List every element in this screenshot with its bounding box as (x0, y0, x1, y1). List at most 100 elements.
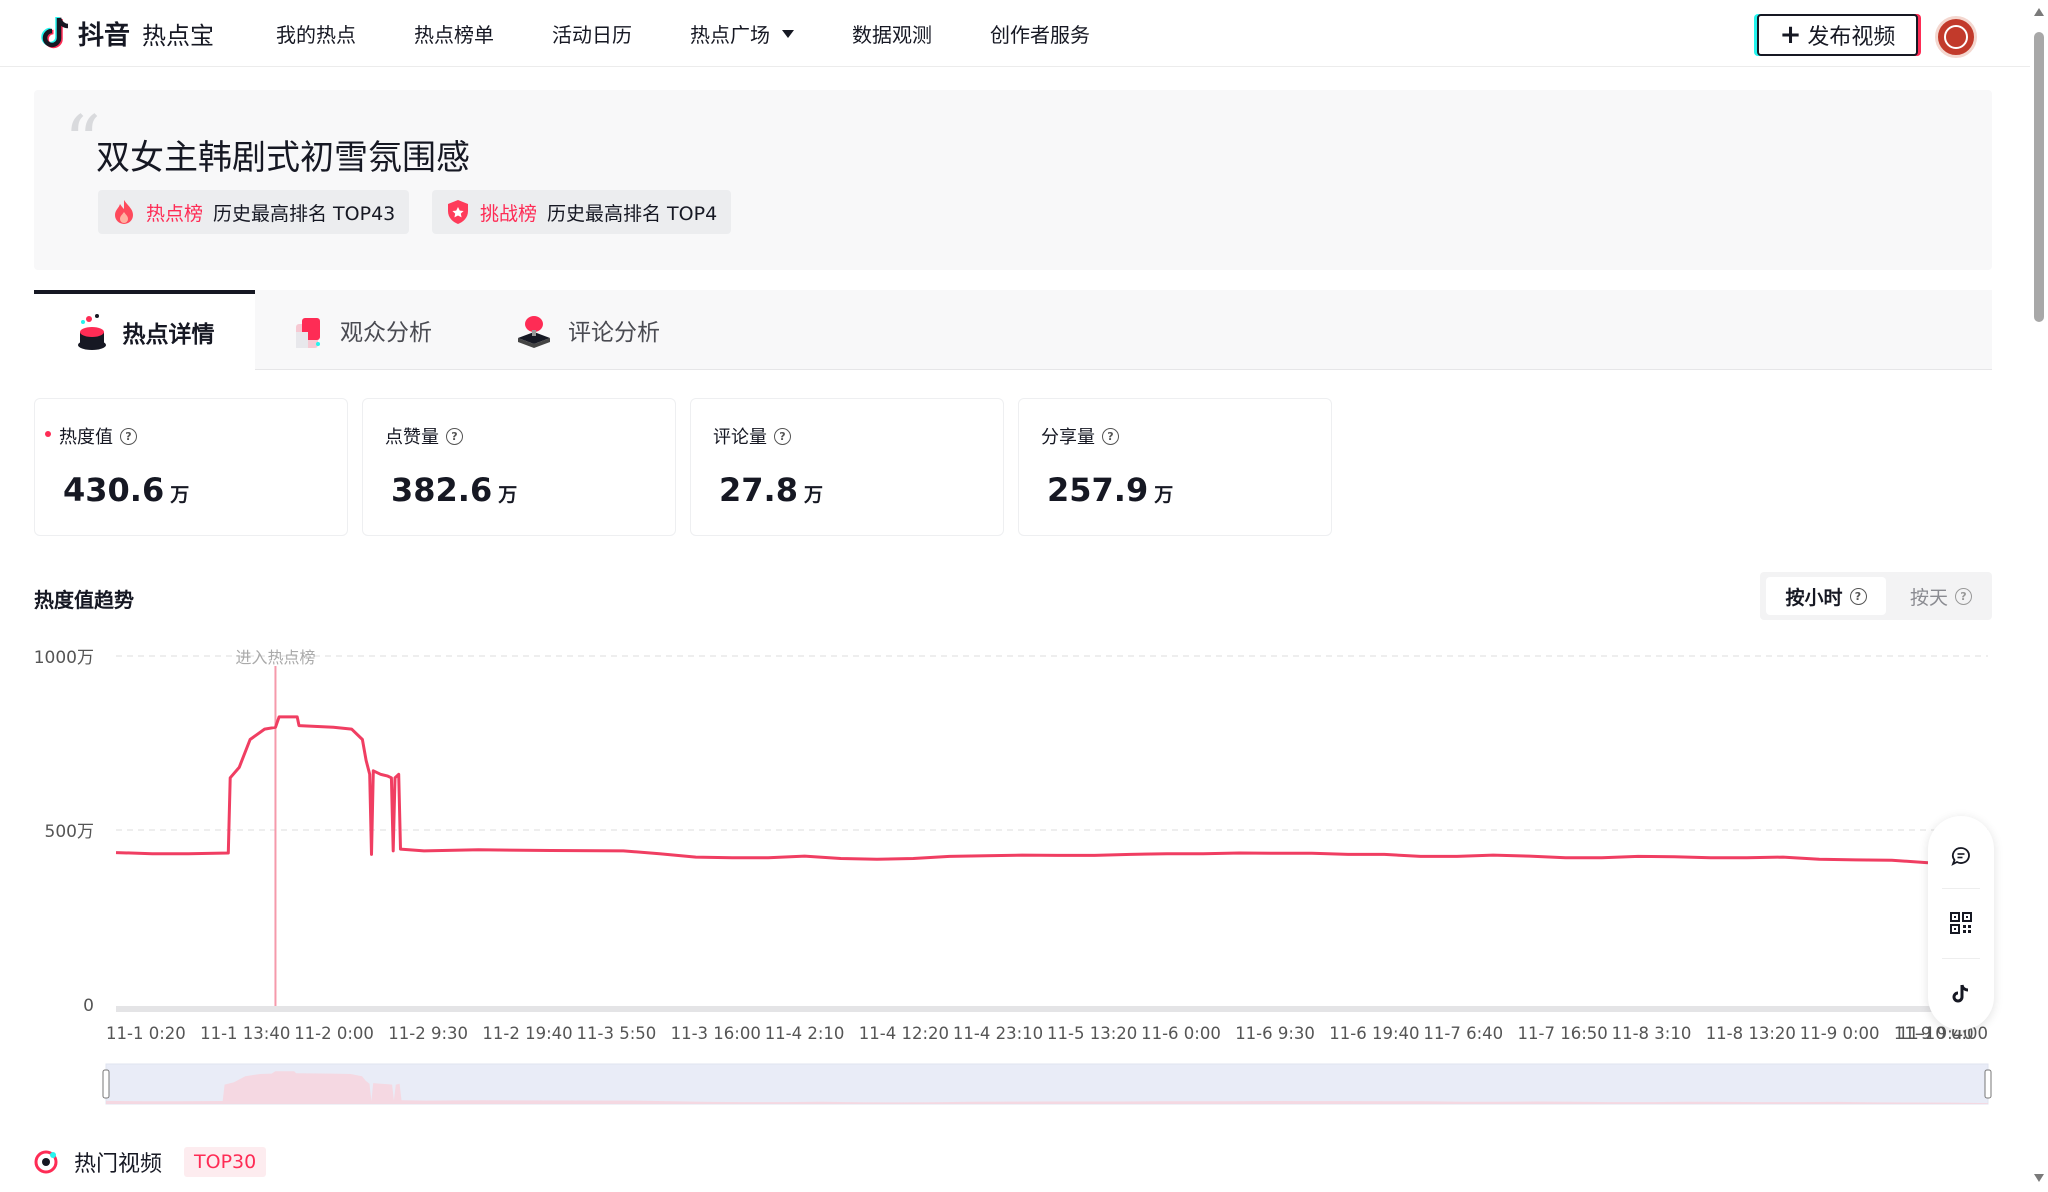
y-tick-label: 0 (83, 996, 94, 1016)
x-tick-label: 11-2 9:30 (388, 1024, 468, 1043)
metric-label-heat: 热度值 ? (59, 423, 137, 449)
hot-video-icon (34, 1150, 58, 1174)
hot-rank-badge[interactable]: 热点榜 历史最高排名 TOP43 (98, 190, 410, 234)
hot-videos-top-badge: TOP30 (184, 1147, 267, 1177)
tab-comment-analysis-label: 评论分析 (568, 320, 660, 346)
tab-audience-analysis-label: 观众分析 (340, 320, 432, 346)
hot-videos-header: 热门视频 TOP30 (34, 1144, 267, 1180)
metric-label-shares: 分享量 ? (1041, 423, 1119, 449)
metric-label-text: 评论量 (713, 427, 767, 448)
heat-series-line (115, 715, 1929, 865)
metric-label-likes: 点赞量 ? (385, 423, 463, 449)
metric-card-shares: 分享量 ? 257.9 万 (1018, 398, 1332, 536)
metric-value-comments: 27.8 万 (719, 471, 823, 509)
x-tick-label: 11-6 9:30 (1235, 1024, 1315, 1043)
toggle-by-hour-label: 按小时 (1785, 586, 1843, 609)
tool-divider (1942, 888, 1980, 889)
hot-topic-title: 双女主韩剧式初雪氛围感 (96, 138, 470, 178)
douyin-logo-icon (41, 17, 69, 49)
challenge-rank-badge[interactable]: 挑战榜 历史最高排名 TOP4 (432, 190, 732, 234)
scroll-thumb[interactable] (2034, 32, 2044, 322)
x-tick-label: 11-8 3:10 (1612, 1024, 1692, 1043)
x-tick-label: 11-7 16:50 (1518, 1024, 1608, 1043)
metric-card-comments: 评论量 ? 27.8 万 (690, 398, 1004, 536)
hot-rank-name: 热点榜 (146, 202, 204, 225)
side-toolbar (1928, 816, 1994, 1030)
audience-tab-icon (296, 318, 320, 348)
x-tick-label: 11-4 2:10 (765, 1024, 845, 1043)
x-tick-label: 11-6 0:00 (1141, 1024, 1221, 1043)
metric-unit: 万 (170, 484, 190, 506)
scroll-up-arrow-icon[interactable] (2034, 8, 2044, 16)
help-icon[interactable]: ? (774, 427, 791, 445)
x-axis (116, 1006, 1988, 1012)
nav-item-data-observe[interactable]: 数据观测 (852, 19, 932, 48)
tab-audience-analysis[interactable]: 观众分析 (292, 290, 432, 370)
y-tick-label: 500万 (45, 822, 94, 842)
hot-rank-desc: 历史最高排名 TOP43 (213, 202, 396, 225)
metric-number: 27.8 (719, 471, 798, 509)
qrcode-tool[interactable] (1941, 903, 1981, 943)
logo[interactable]: 抖音 热点宝 (40, 12, 214, 54)
x-tick-label: 11-3 16:00 (671, 1024, 761, 1043)
douyin-tool[interactable] (1941, 974, 1981, 1014)
qrcode-icon (1950, 912, 1972, 934)
douyin-note-icon (1952, 984, 1969, 1003)
x-tick-label: 11-2 0:00 (294, 1024, 374, 1043)
nav-item-creator-service[interactable]: 创作者服务 (990, 19, 1090, 48)
x-tick-label: 11-4 12:20 (859, 1024, 949, 1043)
trend-title: 热度值趋势 (34, 588, 134, 612)
nav-item-activity-calendar[interactable]: 活动日历 (552, 19, 632, 48)
publish-video-label: 发布视频 (1807, 25, 1896, 50)
toggle-by-day[interactable]: 按天 ? (1894, 577, 1988, 615)
nav-item-hot-square[interactable]: 热点广场 (690, 19, 794, 48)
metric-value-shares: 257.9 万 (1047, 471, 1173, 509)
help-icon[interactable]: ? (446, 427, 463, 445)
help-icon[interactable]: ? (120, 427, 137, 445)
x-tick-label: 11-1 0:20 (106, 1024, 186, 1043)
metric-label-text: 分享量 (1041, 427, 1095, 448)
metric-value-likes: 382.6 万 (391, 471, 517, 509)
x-tick-label: 11-6 19:40 (1329, 1024, 1419, 1043)
nav-item-hot-rank[interactable]: 热点榜单 (414, 19, 494, 48)
help-icon[interactable]: ? (1102, 427, 1119, 445)
tool-divider (1942, 958, 1980, 959)
x-tick-label: 11-4 23:10 (953, 1024, 1043, 1043)
metric-number: 257.9 (1047, 471, 1149, 509)
scroll-down-arrow-icon[interactable] (2034, 1174, 2044, 1182)
feedback-tool[interactable] (1941, 836, 1981, 876)
metric-label-text: 热度值 (59, 427, 113, 448)
nav-item-my-hot[interactable]: 我的热点 (276, 19, 356, 48)
range-handle-right (1984, 1069, 1992, 1099)
avatar-emblem-icon (1944, 25, 1968, 49)
tab-hot-detail[interactable]: 热点详情 (34, 290, 255, 370)
logo-subtitle: 热点宝 (142, 21, 215, 50)
page-scrollbar[interactable] (2030, 0, 2048, 1192)
nav-menu: 我的热点 热点榜单 活动日历 热点广场 数据观测 创作者服务 (276, 0, 1148, 67)
comment-tab-icon (518, 316, 550, 348)
granularity-toggle: 按小时 ? 按天 ? (1760, 572, 1992, 620)
tab-hot-detail-label: 热点详情 (122, 322, 215, 348)
hot-detail-tab-icon (77, 314, 106, 350)
detail-tabs: 热点详情 观众分析 评论分析 (34, 290, 1992, 370)
nav-item-hot-square-label: 热点广场 (690, 23, 770, 47)
tab-comment-analysis[interactable]: 评论分析 (514, 290, 660, 370)
toggle-by-hour[interactable]: 按小时 ? (1766, 577, 1886, 615)
avatar[interactable] (1935, 16, 1977, 58)
top-nav: 抖音 热点宝 我的热点 热点榜单 活动日历 热点广场 数据观测 创作者服务 + … (0, 0, 2030, 67)
metric-unit: 万 (498, 484, 518, 506)
publish-video-button[interactable]: + 发布视频 (1757, 14, 1918, 56)
x-tick-label: 11-7 6:40 (1423, 1024, 1503, 1043)
logo-word: 抖音 (78, 20, 131, 51)
x-tick-label: 11-8 13:20 (1706, 1024, 1796, 1043)
metric-label-comments: 评论量 ? (713, 423, 791, 449)
metric-unit: 万 (803, 484, 823, 506)
hot-videos-title: 热门视频 (74, 1152, 163, 1177)
hot-topic-card: “ 双女主韩剧式初雪氛围感 热点榜 历史最高排名 TOP43 挑战榜 历史最高排… (34, 90, 1992, 270)
help-icon[interactable]: ? (1849, 587, 1867, 605)
help-icon[interactable]: ? (1955, 587, 1972, 605)
x-tick-label: 11-2 19:40 (482, 1024, 572, 1043)
chat-bubble-icon (1951, 847, 1970, 866)
metric-unit: 万 (1154, 484, 1174, 506)
flame-icon (115, 200, 133, 224)
